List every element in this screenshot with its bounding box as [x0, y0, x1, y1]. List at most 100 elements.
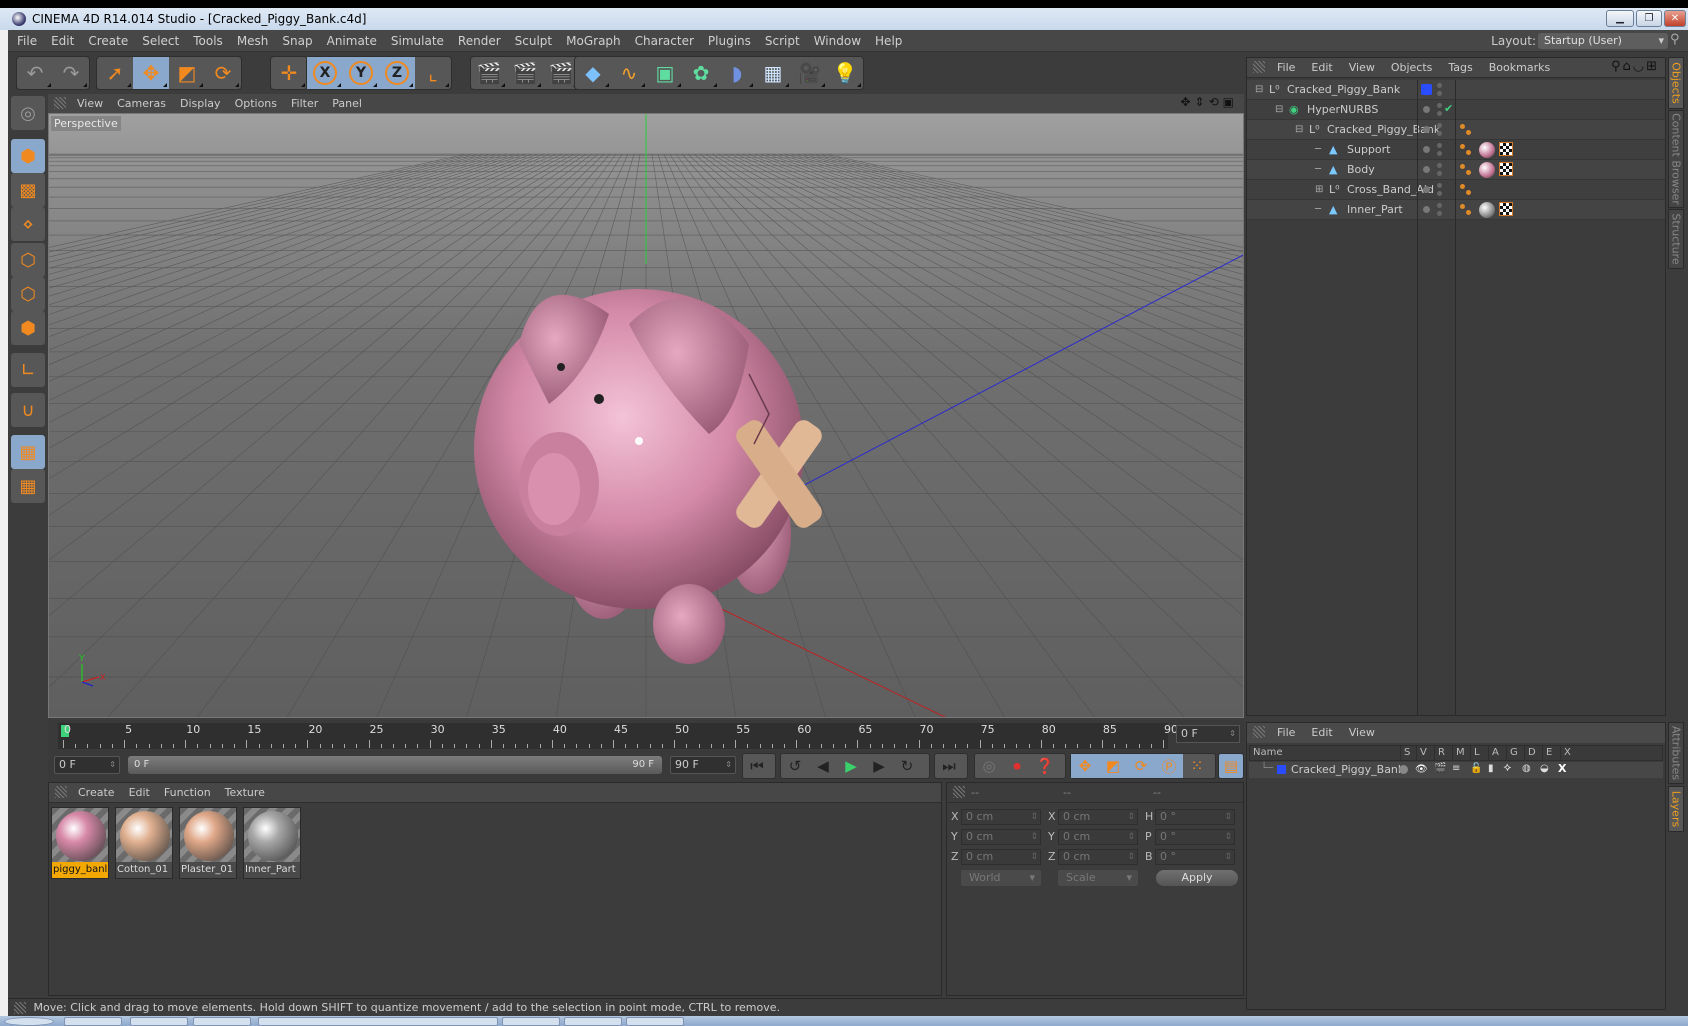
object-name[interactable]: Cross_Band_Aid	[1347, 180, 1434, 200]
phong-tag-icon[interactable]	[1459, 180, 1475, 200]
coordinate-space-dropdown[interactable]: World	[961, 870, 1041, 886]
keyframe-selection-icon[interactable]: ❓	[1031, 754, 1059, 778]
parameter-track-icon[interactable]: Ⓟ	[1155, 754, 1183, 778]
nurbs-button[interactable]: ▣	[647, 57, 683, 89]
menu-select[interactable]: Select	[135, 30, 186, 52]
point-level-icon[interactable]: ⁙	[1183, 754, 1211, 778]
side-tab-content-browser[interactable]: Content Browser	[1668, 110, 1684, 208]
menu-help[interactable]: Help	[868, 30, 909, 52]
layer-column-m[interactable]: M	[1452, 746, 1465, 760]
viewport-menu-options[interactable]: Options	[228, 94, 284, 113]
xref-icon[interactable]: X	[1558, 762, 1566, 775]
autokey-icon[interactable]: ◎	[975, 754, 1003, 778]
start-frame-field[interactable]: 0 F ⇕	[54, 756, 120, 774]
deformers-icon[interactable]: ◍	[1522, 763, 1531, 774]
editor-visibility-dot[interactable]	[1423, 206, 1430, 213]
render-clapper-icon[interactable]: 🎬	[1434, 763, 1446, 774]
layer-column-d[interactable]: D	[1524, 746, 1536, 760]
object-menu-view[interactable]: View	[1341, 58, 1383, 78]
material-swatch[interactable]: Plaster_01	[179, 807, 237, 879]
menu-file[interactable]: File	[10, 30, 44, 52]
render-picture-viewer-button[interactable]: 🎬	[507, 57, 543, 89]
material-tag-icon[interactable]	[1479, 142, 1495, 158]
editor-visibility-dot[interactable]	[1423, 146, 1430, 153]
layer-column-x[interactable]: X	[1560, 746, 1571, 760]
restore-button[interactable]: ❐	[1636, 10, 1662, 27]
manager-icon[interactable]: ≡	[1452, 763, 1460, 774]
object-menu-bookmarks[interactable]: Bookmarks	[1481, 58, 1558, 78]
mograph-cloner-button[interactable]: ✿	[683, 57, 719, 89]
go-to-end-button[interactable]: ⏭	[934, 753, 968, 779]
render-visibility-dot[interactable]	[1437, 123, 1442, 128]
eye-icon[interactable]: ◡	[1633, 59, 1646, 74]
move-view-icon[interactable]: ✥	[1180, 95, 1194, 109]
phong-tag-icon[interactable]	[1459, 200, 1475, 220]
rotation-track-icon[interactable]: ⟳	[1127, 754, 1155, 778]
viewport-menu-filter[interactable]: Filter	[284, 94, 325, 113]
apply-button[interactable]: Apply	[1156, 870, 1238, 886]
layer-column-name[interactable]: Name	[1250, 746, 1283, 760]
locked-workplane-button[interactable]: ▦	[11, 435, 45, 469]
grip-handle-icon[interactable]	[54, 97, 66, 109]
edges-mode-button[interactable]: ⬡	[11, 277, 45, 311]
camera-button[interactable]: 🎥	[791, 57, 827, 89]
menu-snap[interactable]: Snap	[275, 30, 319, 52]
layer-row[interactable]: └─ Cracked_Piggy_Bank 👁 🎬 ≡ 🔓 ▮ ⯎ ◍ ◒ X	[1249, 762, 1663, 778]
collapse-icon[interactable]: ⊟	[1275, 100, 1283, 120]
move-button[interactable]: ✥	[133, 57, 169, 89]
object-row[interactable]: ⊞ L⁰ Cross_Band_Aid	[1247, 180, 1665, 200]
z-axis-button[interactable]: Z	[379, 57, 415, 89]
object-name[interactable]: Inner_Part	[1347, 200, 1403, 220]
render-visibility-dot[interactable]	[1437, 83, 1442, 88]
animation-icon[interactable]: ▮	[1488, 763, 1494, 774]
end-frame-field[interactable]: 90 F ⇕	[670, 756, 736, 774]
toggle-layout-icon[interactable]: ▣	[1223, 95, 1238, 109]
x-axis-button[interactable]: X	[307, 57, 343, 89]
menu-plugins[interactable]: Plugins	[701, 30, 758, 52]
size-mode-dropdown[interactable]: Scale	[1058, 870, 1138, 886]
floor-button[interactable]: ▦	[755, 57, 791, 89]
object-menu-objects[interactable]: Objects	[1383, 58, 1441, 78]
render-visibility-dot[interactable]	[1437, 103, 1442, 108]
next-key-icon[interactable]: ↻	[893, 754, 921, 778]
render-visibility-dot[interactable]	[1437, 131, 1442, 136]
coord-field-h-3[interactable]: 0 °	[1155, 809, 1235, 825]
side-tab-structure[interactable]: Structure	[1668, 209, 1684, 269]
material-name[interactable]: piggy_banl	[52, 862, 108, 878]
make-editable-button[interactable]: ◎	[11, 96, 45, 130]
material-swatch[interactable]: piggy_banl	[51, 807, 109, 879]
layer-column-g[interactable]: G	[1506, 746, 1518, 760]
material-swatch[interactable]: Cotton_01	[115, 807, 173, 879]
material-menu-create[interactable]: Create	[71, 783, 122, 803]
render-visibility-dot[interactable]	[1437, 91, 1442, 96]
editor-visibility-dot[interactable]	[1423, 126, 1430, 133]
render-visibility-dot[interactable]	[1437, 191, 1442, 196]
redo-button[interactable]: ↷	[53, 57, 89, 89]
grip-handle-icon[interactable]	[1253, 726, 1265, 738]
close-button[interactable]: ✕	[1664, 10, 1686, 27]
timeline-button[interactable]: ▤	[1218, 753, 1244, 779]
material-name[interactable]: Plaster_01	[180, 862, 236, 878]
light-button[interactable]: 💡	[827, 57, 863, 89]
viewport-menu-view[interactable]: View	[70, 94, 110, 113]
scale-button[interactable]: ◩	[169, 57, 205, 89]
layer-column-s[interactable]: S	[1400, 746, 1410, 760]
menu-sculpt[interactable]: Sculpt	[508, 30, 559, 52]
object-row[interactable]: ⊟ L⁰ Cracked_Piggy_Bank	[1247, 80, 1665, 100]
layer-column-a[interactable]: A	[1488, 746, 1499, 760]
render-view-button[interactable]: 🎬	[471, 57, 507, 89]
uvw-tag-icon[interactable]	[1499, 202, 1513, 216]
coord-field-y-2[interactable]: 0 cm	[1058, 829, 1138, 845]
grip-handle-icon[interactable]	[1253, 61, 1265, 73]
object-row[interactable]: ─ ▲ Inner_Part	[1247, 200, 1665, 220]
material-menu-edit[interactable]: Edit	[122, 783, 157, 803]
grip-handle-icon[interactable]	[55, 786, 67, 798]
menu-simulate[interactable]: Simulate	[384, 30, 451, 52]
menu-animate[interactable]: Animate	[320, 30, 384, 52]
grip-handle-icon[interactable]	[953, 786, 965, 798]
expressions-icon[interactable]: ◒	[1540, 763, 1549, 774]
zoom-view-icon[interactable]: ⇕	[1195, 95, 1209, 109]
taskbar-app[interactable]	[626, 1017, 684, 1026]
taskbar-app[interactable]	[130, 1017, 188, 1026]
layer-name[interactable]: Cracked_Piggy_Bank	[1291, 762, 1404, 778]
